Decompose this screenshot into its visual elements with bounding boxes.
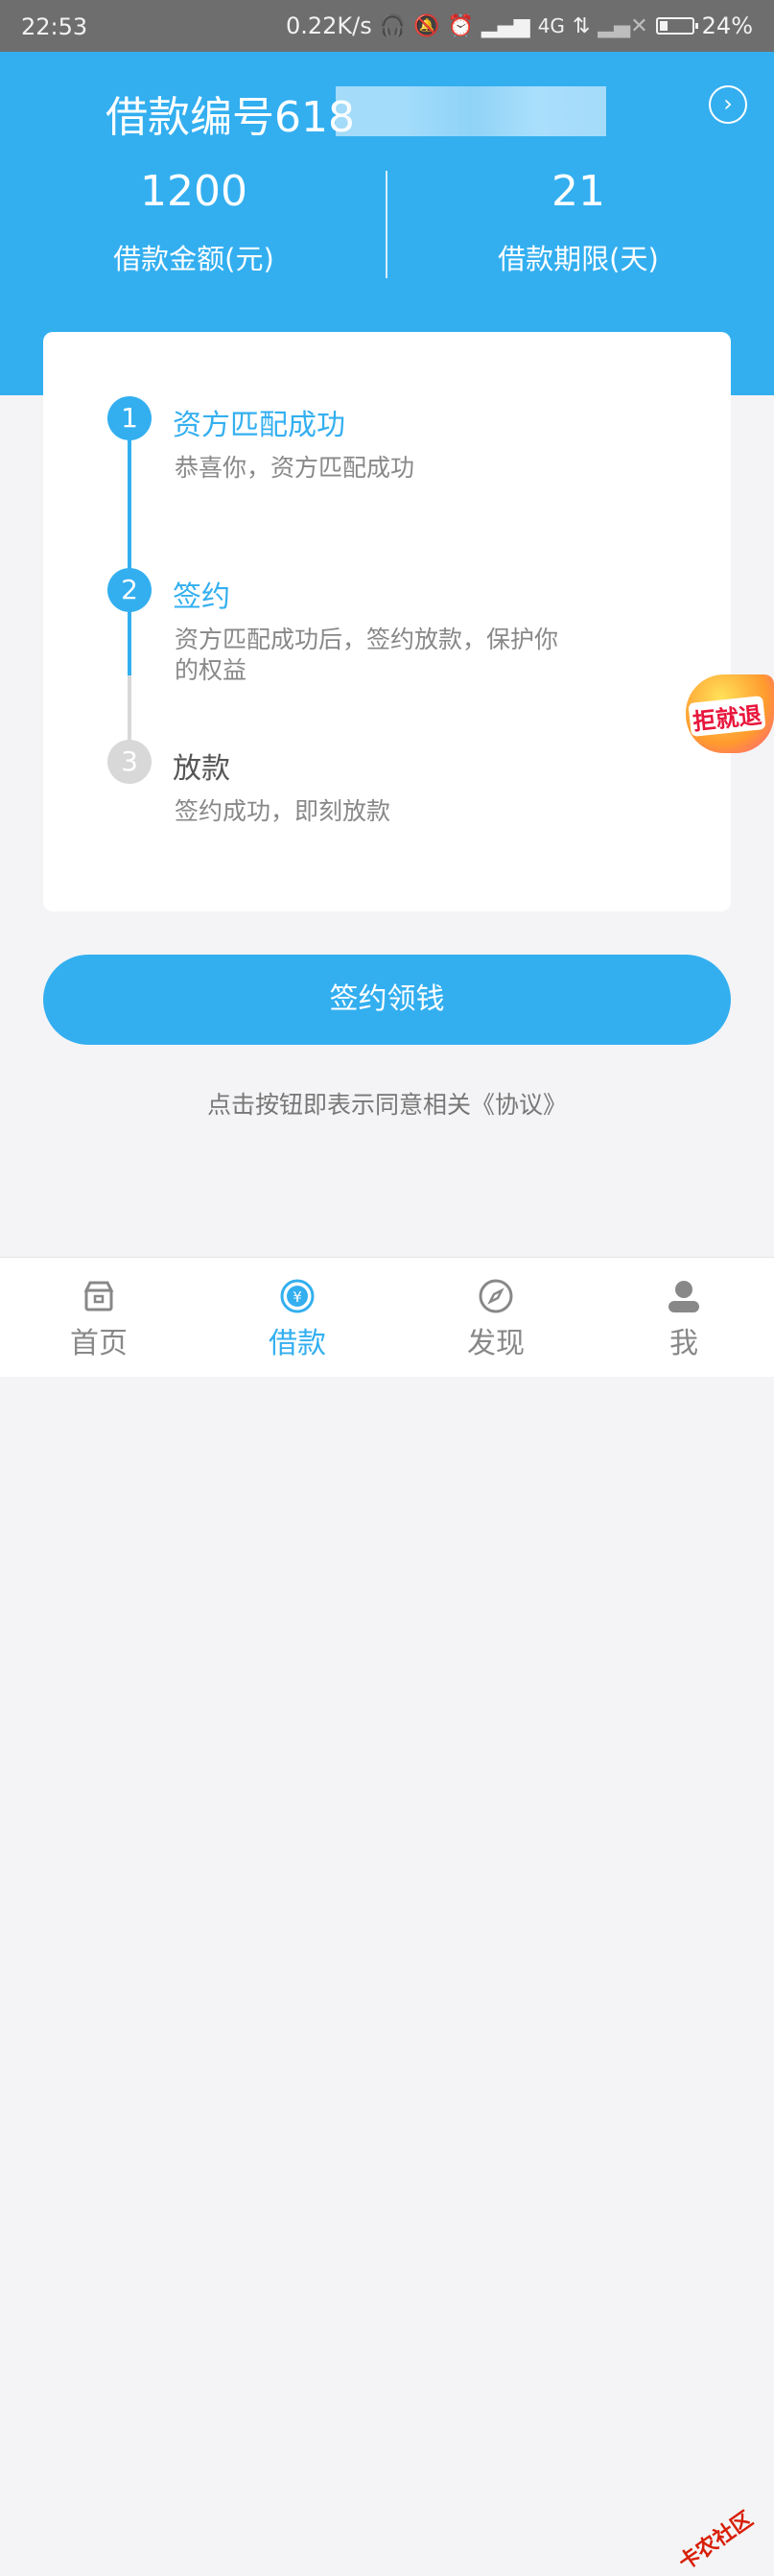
step-1-desc: 恭喜你，资方匹配成功: [175, 454, 415, 482]
status-indicators: 0.22K/s 🎧 🔕 ⏰ ▂▄▆ 4G ⇅ ▂▄✕ 24%: [286, 12, 753, 39]
tab-loan-label: 借款: [269, 1327, 326, 1360]
mute-bell-icon: 🔕: [413, 13, 440, 38]
user-icon: [665, 1277, 703, 1315]
tab-discover[interactable]: 发现: [400, 1258, 592, 1361]
loan-term-stat: 21 借款期限(天): [434, 167, 722, 277]
signal-x-icon: ▂▄✕: [598, 13, 648, 38]
status-time: 22:53: [21, 13, 88, 40]
step-2-dot: 2: [107, 568, 152, 612]
signal-icon: ▂▄▆: [481, 13, 530, 38]
tab-me-label: 我: [669, 1327, 698, 1360]
network-type: 4G: [537, 14, 565, 37]
alarm-icon: ⏰: [447, 13, 474, 38]
refund-promo-sticker[interactable]: 拒就退: [686, 674, 774, 753]
network-speed: 0.22K/s: [285, 12, 372, 39]
step-line-pending: [128, 675, 131, 743]
loan-term-value: 21: [551, 167, 605, 216]
step-1-title: 资方匹配成功: [173, 409, 345, 442]
step-2-title: 签约: [173, 580, 230, 614]
progress-card: 1 资方匹配成功 恭喜你，资方匹配成功 2 签约 资方匹配成功后，签约放款，保护…: [43, 332, 731, 911]
step-3-title: 放款: [173, 752, 230, 786]
battery-percent: 24%: [701, 12, 753, 39]
step-3-desc: 签约成功，即刻放款: [175, 797, 391, 825]
tab-discover-label: 发现: [467, 1327, 525, 1360]
step-line-done: [128, 439, 131, 675]
step-3-dot: 3: [107, 740, 152, 784]
svg-text:¥: ¥: [293, 1288, 302, 1306]
tab-home[interactable]: 首页: [3, 1258, 195, 1361]
loan-term-label: 借款期限(天): [498, 243, 659, 275]
status-bar: 22:53 0.22K/s 🎧 🔕 ⏰ ▂▄▆ 4G ⇅ ▂▄✕ 24%: [0, 0, 774, 52]
tab-loan[interactable]: ¥ 借款: [201, 1258, 393, 1361]
loan-amount-stat: 1200 借款金额(元): [50, 167, 338, 277]
tab-home-label: 首页: [70, 1327, 128, 1360]
chevron-right-circle-icon[interactable]: ›: [709, 85, 747, 124]
sticker-text: 拒就退: [688, 696, 766, 737]
yen-circle-icon: ¥: [278, 1277, 317, 1315]
loan-number: 借款编号618: [106, 93, 355, 142]
stat-divider: [386, 171, 387, 278]
sign-and-get-money-button[interactable]: 签约领钱: [43, 955, 731, 1045]
data-arrows-icon: ⇅: [572, 13, 591, 38]
battery-icon: [655, 17, 698, 35]
redaction-blur: [336, 86, 606, 136]
compass-icon: [477, 1277, 515, 1315]
step-2-desc: 资方匹配成功后，签约放款，保护你的权益: [175, 626, 559, 684]
home-shop-icon: [80, 1277, 118, 1315]
tab-me[interactable]: 我: [588, 1258, 774, 1361]
watermark: 卡农社区: [674, 2507, 758, 2576]
bottom-tab-bar: 首页 ¥ 借款 发现 我 卡农社区: [0, 1257, 774, 2575]
loan-amount-value: 1200: [140, 167, 247, 216]
headphones-icon: 🎧: [379, 13, 407, 38]
agreement-text[interactable]: 点击按钮即表示同意相关《协议》: [0, 1086, 774, 1121]
step-1-dot: 1: [107, 396, 152, 440]
loan-amount-label: 借款金额(元): [113, 243, 274, 275]
